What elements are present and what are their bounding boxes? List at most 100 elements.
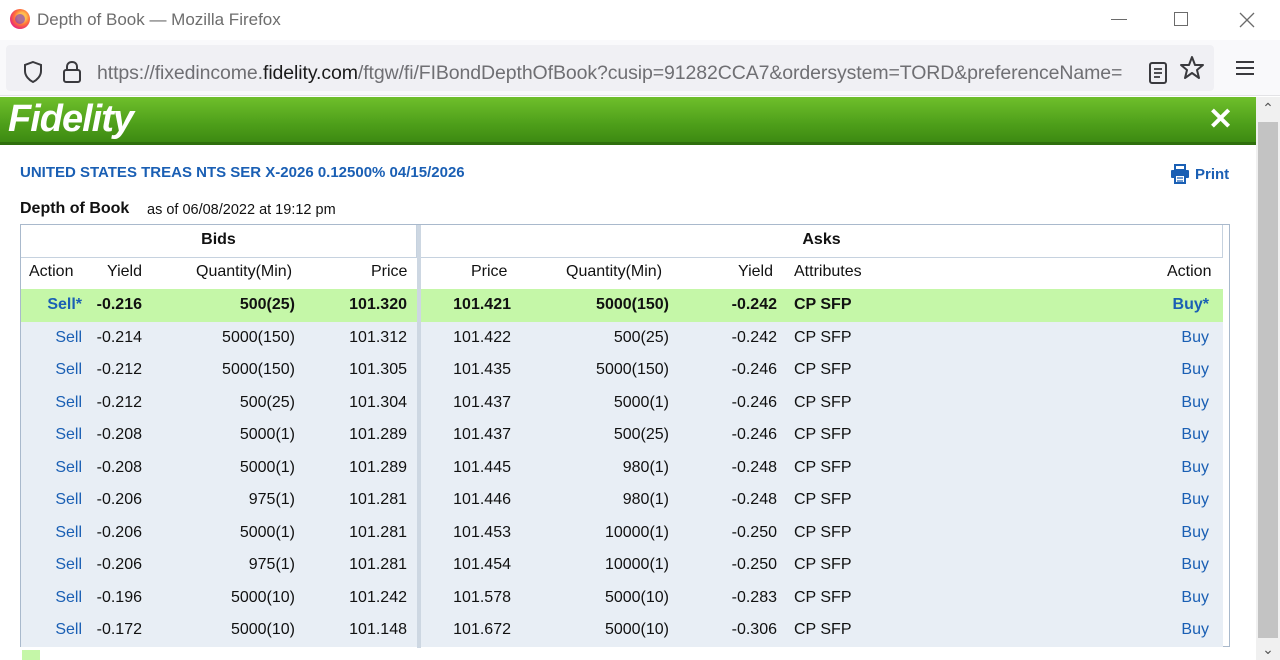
ask-quantity: 10000(1) (604, 556, 669, 573)
bid-yield: -0.196 (96, 588, 142, 606)
buy-link[interactable]: Buy (1151, 524, 1209, 542)
attributes: CP SFP (794, 491, 852, 508)
ask-yield: -0.246 (731, 361, 777, 378)
ask-yield: -0.306 (731, 621, 777, 638)
ask-price: 101.578 (453, 588, 511, 606)
bid-quantity: 5000(1) (239, 458, 295, 476)
table-row: Sell -0.196 5000(10) 101.242 101.578 5000(10)… (21, 581, 1223, 614)
bookmark-star-icon[interactable] (1179, 55, 1205, 81)
ask-yield: -0.246 (731, 393, 777, 411)
buy-link[interactable]: Buy* (1151, 296, 1209, 314)
sell-link[interactable]: Sell (30, 589, 82, 607)
ask-quantity: 10000(1) (604, 523, 669, 541)
bid-price: 101.305 (349, 361, 407, 378)
attributes: CP SFP (794, 393, 852, 411)
bid-yield: -0.206 (96, 491, 142, 508)
ask-quantity: 5000(10) (604, 588, 669, 606)
lock-icon[interactable] (62, 61, 82, 83)
buy-link[interactable]: Buy (1151, 361, 1209, 379)
close-popup-button[interactable]: ✕ (1208, 105, 1233, 135)
bid-price: 101.320 (349, 296, 407, 313)
buy-link[interactable]: Buy (1151, 621, 1209, 639)
maximize-button[interactable] (1166, 6, 1196, 34)
print-button[interactable]: Print (1170, 164, 1229, 184)
bid-quantity: 500(25) (239, 296, 295, 313)
sell-link[interactable]: Sell (30, 426, 82, 444)
table-row: Sell -0.172 5000(10) 101.148 101.672 5000(10)… (21, 614, 1223, 647)
shield-icon[interactable] (23, 61, 43, 83)
buy-link[interactable]: Buy (1151, 329, 1209, 347)
sell-link[interactable]: Sell (30, 361, 82, 379)
ask-yield: -0.246 (731, 426, 777, 443)
buy-link[interactable]: Buy (1151, 394, 1209, 412)
attributes: CP SFP (794, 296, 852, 313)
table-row: Sell -0.208 5000(1) 101.289 101.437 500(25) -0… (21, 419, 1223, 452)
sell-link[interactable]: Sell (30, 524, 82, 542)
window-close-button[interactable] (1232, 6, 1262, 34)
bid-quantity: 5000(10) (230, 588, 295, 606)
depth-of-book-table: Bids Asks Action Yield Quantity(Min) Pri… (20, 224, 1230, 648)
bid-quantity: 975(1) (248, 491, 295, 508)
sell-link[interactable]: Sell (30, 459, 82, 477)
ask-quantity: 980(1) (622, 491, 669, 508)
url-text[interactable]: https://fixedincome.fidelity.com/ftgw/fi… (97, 62, 1122, 85)
url-bar[interactable]: https://fixedincome.fidelity.com/ftgw/fi… (6, 45, 1214, 91)
sell-link[interactable]: Sell* (30, 296, 82, 314)
attributes: CP SFP (794, 458, 852, 476)
buy-link[interactable]: Buy (1151, 459, 1209, 477)
buy-link[interactable]: Buy (1151, 589, 1209, 607)
scrollbar-thumb[interactable] (1258, 122, 1278, 638)
window-title: Depth of Book — Mozilla Firefox (37, 10, 281, 29)
fidelity-banner: Fidelity ✕ (0, 97, 1256, 145)
bid-quantity: 5000(1) (239, 426, 295, 443)
sell-link[interactable]: Sell (30, 329, 82, 347)
buy-link[interactable]: Buy (1151, 491, 1209, 509)
ask-price: 101.435 (453, 361, 511, 378)
sell-link[interactable]: Sell (30, 394, 82, 412)
printer-icon (1171, 164, 1189, 184)
ask-price: 101.672 (453, 621, 511, 638)
attributes: CP SFP (794, 588, 852, 606)
scroll-up-arrow-icon[interactable]: ⌃ (1256, 97, 1280, 119)
url-prefix: https://fixedincome. (97, 62, 263, 84)
bid-yield: -0.212 (96, 361, 142, 378)
bid-yield: -0.208 (96, 458, 142, 476)
attributes: CP SFP (794, 556, 852, 573)
attributes: CP SFP (794, 328, 852, 346)
table-row: Sell* -0.216 500(25) 101.320 101.421 5000(150… (21, 289, 1223, 322)
buy-link[interactable]: Buy (1151, 426, 1209, 444)
depth-of-book-heading: Depth of Book (20, 200, 130, 217)
table-row: Sell -0.212 5000(150) 101.305 101.435 5000(15… (21, 354, 1223, 387)
table-row: Sell -0.206 975(1) 101.281 101.454 10000(1) -0… (21, 549, 1223, 582)
maximize-icon (1174, 12, 1188, 26)
ask-yield: -0.242 (731, 296, 777, 313)
ask-quantity: 500(25) (613, 328, 669, 346)
bid-yield: -0.212 (96, 393, 142, 411)
ask-yield: -0.283 (731, 588, 777, 606)
ask-yield: -0.250 (731, 523, 777, 541)
ask-quantity: 5000(150) (596, 296, 669, 313)
bid-quantity: 5000(150) (222, 361, 295, 378)
minimize-icon (1111, 19, 1127, 20)
logo-text: Fidelity (8, 98, 134, 140)
buy-link[interactable]: Buy (1151, 556, 1209, 574)
bid-price: 101.281 (349, 491, 407, 508)
vertical-scrollbar[interactable]: ⌃ ⌄ (1256, 97, 1280, 660)
sell-link[interactable]: Sell (30, 491, 82, 509)
minimize-button[interactable] (1103, 6, 1133, 34)
reader-view-icon[interactable] (1147, 62, 1169, 84)
table-row: Sell -0.212 500(25) 101.304 101.437 5000(1) -0… (21, 386, 1223, 419)
sell-link[interactable]: Sell (30, 621, 82, 639)
bid-yield: -0.172 (96, 621, 142, 638)
menu-icon[interactable] (1234, 57, 1256, 79)
close-icon (1239, 12, 1255, 28)
table-row: Sell -0.214 5000(150) 101.312 101.422 500(25)… (21, 321, 1223, 354)
scroll-down-arrow-icon[interactable]: ⌄ (1256, 638, 1280, 660)
attributes: CP SFP (794, 361, 852, 378)
ask-price: 101.421 (453, 296, 511, 313)
attributes: CP SFP (794, 523, 852, 541)
bid-price: 101.289 (349, 458, 407, 476)
ask-yield: -0.250 (731, 556, 777, 573)
sell-link[interactable]: Sell (30, 556, 82, 574)
bid-price: 101.281 (349, 556, 407, 573)
